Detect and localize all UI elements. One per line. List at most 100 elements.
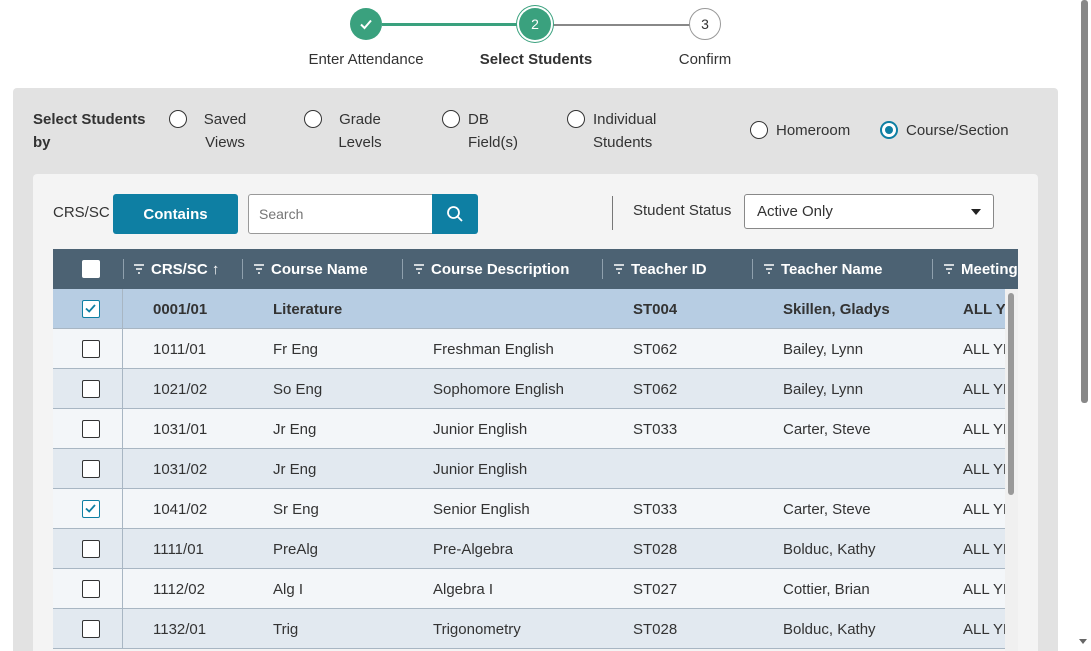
cell-desc: Freshman English — [433, 340, 554, 358]
row-checkbox[interactable] — [82, 540, 100, 558]
column-header-course-name[interactable]: Course Name — [243, 249, 368, 289]
filter-field-label: CRS/SC — [53, 204, 110, 221]
table-row[interactable]: 1031/01 Jr Eng Junior English ST033 Carter, … — [53, 409, 1005, 449]
table-row[interactable]: 1132/01 Trig Trigonometry ST028 Bolduc, Kath… — [53, 609, 1005, 649]
table-row[interactable]: 1041/02 Sr Eng Senior English ST033 Carter, … — [53, 489, 1005, 529]
radio-individual-students[interactable]: Individual Students — [567, 108, 687, 154]
cell-meeting: ALL YE — [963, 500, 1005, 518]
checkmark-icon — [85, 304, 96, 313]
step-3-number: 3 — [701, 16, 709, 32]
step-2-label: Select Students — [479, 51, 593, 68]
cell-tid: ST028 — [633, 620, 678, 638]
cell-tname: Carter, Steve — [783, 500, 871, 518]
grid-header-row: CRS/SC ↑ Course Name Course Description … — [53, 249, 1018, 289]
table-row[interactable]: 1111/01 PreAlg Pre-Algebra ST028 Bolduc, Kat… — [53, 529, 1005, 569]
radio-grade-levels[interactable]: Grade Levels — [304, 108, 424, 154]
page-scrollbar-thumb[interactable] — [1081, 0, 1088, 403]
radio-button-selected[interactable] — [880, 121, 898, 139]
filter-icon[interactable] — [253, 264, 265, 274]
table-row[interactable]: 1021/02 So Eng Sophomore English ST062 Baile… — [53, 369, 1005, 409]
table-row[interactable]: 0001/01 Literature ST004 Skillen, Gladys ALL… — [53, 289, 1005, 329]
radio-saved-views[interactable]: Saved Views — [169, 108, 289, 154]
select-all-checkbox[interactable] — [82, 260, 100, 278]
cell-crs: 1031/01 — [153, 420, 208, 438]
row-checkbox[interactable] — [82, 620, 100, 638]
step-1-complete-circle[interactable] — [350, 8, 382, 40]
cell-name: So Eng — [273, 380, 323, 398]
cell-crs: 0001/01 — [153, 300, 208, 318]
cell-tname: Bolduc, Kathy — [783, 540, 876, 558]
search-button[interactable] — [432, 194, 478, 234]
row-checkbox[interactable] — [82, 460, 100, 478]
cell-meeting: ALL YE — [963, 420, 1005, 438]
row-checkbox-cell — [53, 289, 123, 329]
column-header-crs-sc[interactable]: CRS/SC ↑ — [123, 249, 219, 289]
column-header-teacher-id[interactable]: Teacher ID — [603, 249, 707, 289]
radio-course-section[interactable]: Course/Section — [880, 119, 1009, 142]
cell-crs: 1132/01 — [153, 620, 207, 638]
radio-db-fields[interactable]: DB Field(s) — [442, 108, 562, 154]
radio-button[interactable] — [750, 121, 768, 139]
row-checkbox[interactable] — [82, 580, 100, 598]
row-checkbox[interactable] — [82, 340, 100, 358]
step-connector-1 — [382, 23, 522, 26]
radio-button[interactable] — [169, 110, 187, 128]
student-status-value: Active Only — [757, 203, 833, 220]
cell-name: Alg I — [273, 580, 304, 598]
cell-crs: 1112/02 — [153, 580, 205, 598]
column-header-label: Course Name — [271, 260, 368, 278]
row-checkbox-cell — [53, 449, 123, 489]
cell-desc: Senior English — [433, 500, 530, 518]
filter-icon[interactable] — [763, 264, 775, 274]
radio-button[interactable] — [567, 110, 585, 128]
cell-name: Literature — [273, 300, 343, 318]
table-row[interactable]: 1011/01 Fr Eng Freshman English ST062 Bailey… — [53, 329, 1005, 369]
cell-desc: Sophomore English — [433, 380, 564, 398]
radio-label: Course/Section — [906, 122, 1009, 139]
cell-meeting: ALL YE — [963, 540, 1005, 558]
student-status-dropdown[interactable]: Active Only — [744, 194, 994, 229]
row-checkbox-checked[interactable] — [82, 500, 100, 518]
table-row[interactable]: 1112/02 Alg I Algebra I ST027 Cottier, Brian… — [53, 569, 1005, 609]
radio-label: Homeroom — [776, 122, 851, 139]
cell-tid: ST062 — [633, 380, 678, 398]
column-header-label: Course Description — [431, 260, 570, 278]
row-checkbox-cell — [53, 369, 123, 409]
cell-desc: Algebra I — [433, 580, 494, 598]
column-header-course-description[interactable]: Course Description — [403, 249, 569, 289]
filter-icon[interactable] — [943, 264, 955, 274]
search-input[interactable] — [248, 194, 433, 234]
cell-desc: Junior English — [433, 420, 528, 438]
cell-meeting: ALL YE — [963, 460, 1005, 478]
contains-operator-button[interactable]: Contains — [113, 194, 238, 234]
cell-tid: ST062 — [633, 340, 678, 358]
row-checkbox-checked[interactable] — [82, 300, 100, 318]
step-1-label: Enter Attendance — [308, 51, 424, 68]
column-header-meeting[interactable]: Meeting — [933, 249, 1018, 289]
page-scrollbar[interactable] — [1076, 0, 1091, 651]
select-by-label: Select Students by — [33, 111, 146, 151]
filter-icon[interactable] — [613, 264, 625, 274]
cell-name: Jr Eng — [273, 420, 317, 438]
grid-scrollbar-thumb[interactable] — [1008, 293, 1014, 495]
row-checkbox-cell — [53, 609, 123, 649]
radio-button[interactable] — [304, 110, 322, 128]
scroll-down-arrow-icon[interactable] — [1079, 639, 1087, 644]
column-header-teacher-name[interactable]: Teacher Name — [753, 249, 882, 289]
grid-scrollbar[interactable] — [1005, 289, 1018, 651]
row-checkbox-cell — [53, 529, 123, 569]
radio-button[interactable] — [442, 110, 460, 128]
step-2-circle[interactable]: 2 — [519, 8, 551, 40]
table-row[interactable]: 1031/02 Jr Eng Junior English ALL YE — [53, 449, 1005, 489]
filter-icon[interactable] — [133, 264, 145, 274]
row-checkbox[interactable] — [82, 420, 100, 438]
radio-homeroom[interactable]: Homeroom — [750, 119, 850, 142]
cell-crs: 1111/01 — [153, 540, 204, 558]
step-3-circle[interactable]: 3 — [689, 8, 721, 40]
chevron-down-icon — [971, 208, 981, 215]
row-checkbox[interactable] — [82, 380, 100, 398]
filter-icon[interactable] — [413, 264, 425, 274]
column-header-label: Meeting — [961, 260, 1018, 278]
cell-name: Jr Eng — [273, 460, 317, 478]
column-header-label: CRS/SC ↑ — [151, 260, 220, 278]
